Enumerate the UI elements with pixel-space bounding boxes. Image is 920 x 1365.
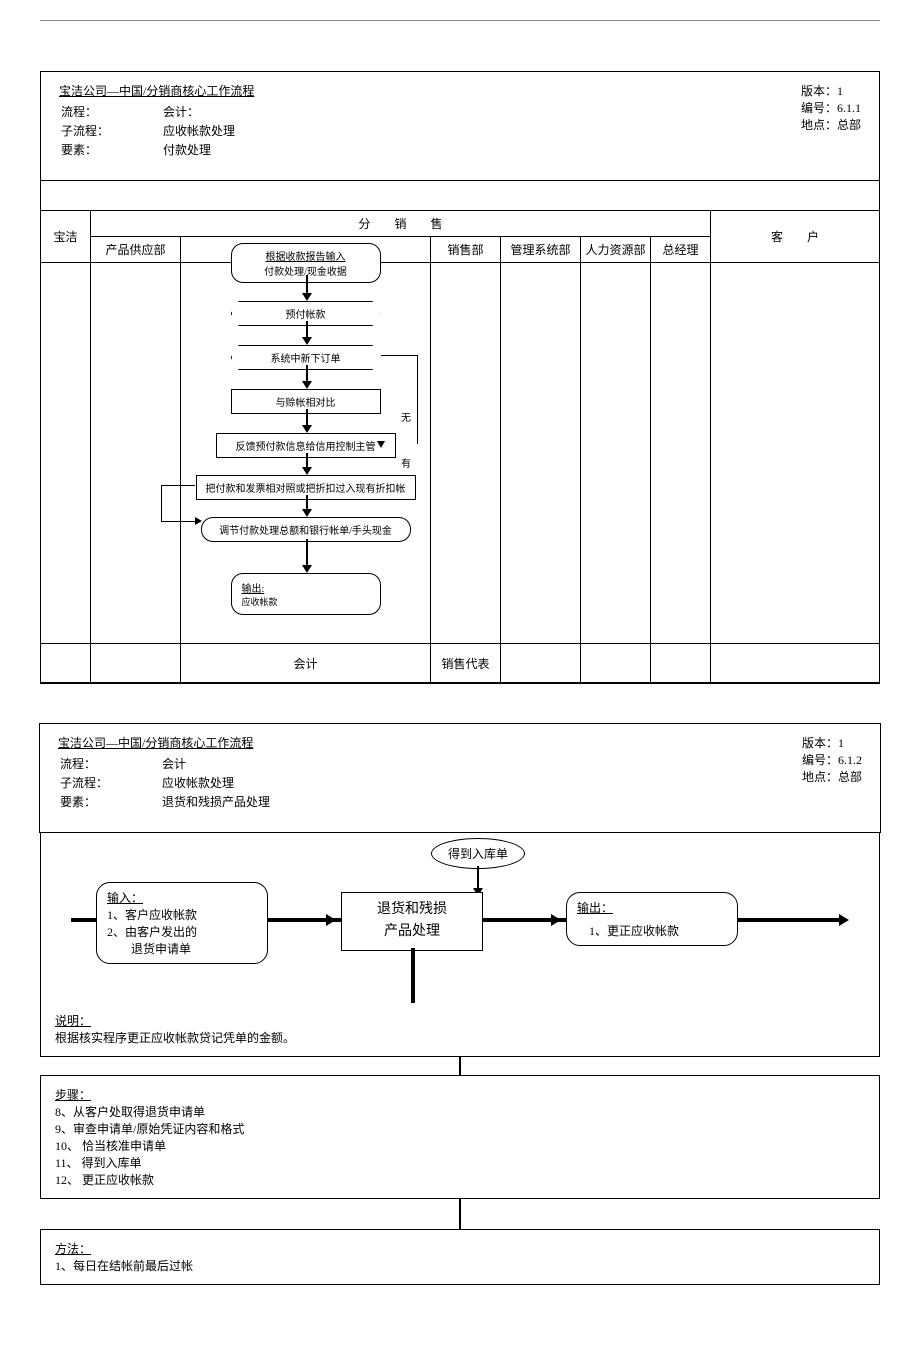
n1a: 根据收款报告输入: [238, 248, 374, 263]
d2-steps-t: 步骤：: [55, 1086, 865, 1103]
out_v: 应收帐款: [242, 595, 370, 608]
d2-method-t: 方法：: [55, 1240, 865, 1257]
d1-title: 宝洁公司—中国/分销商核心工作流程: [59, 82, 254, 99]
n6: 把付款和发票相对照或把折扣过入现有折扣帐: [206, 484, 406, 495]
lbl-yes: 有: [401, 455, 411, 470]
swimlane-grid: 宝洁 分 销 售 客 户 产品供应部 财务部 销售部 管理系统部 人力资源部 总…: [40, 210, 880, 683]
d2-m0: 版本：1: [802, 734, 862, 751]
d2-r0-v: 会计: [162, 755, 280, 772]
d1-m2: 地点：总部: [801, 116, 861, 133]
n7: 调节付款处理总额和银行帐单/手头现金: [219, 526, 392, 537]
d2-r2-l: 要素：: [60, 793, 160, 810]
d2-s3: 11、 得到入库单: [55, 1154, 865, 1171]
lane-c0: 产品供应部: [91, 237, 181, 263]
d1-header: 宝洁公司—中国/分销商核心工作流程 流程：会计： 子流程：应收帐款处理 要素：付…: [40, 71, 880, 181]
diagram-1: 宝洁公司—中国/分销商核心工作流程 流程：会计： 子流程：应收帐款处理 要素：付…: [40, 71, 880, 684]
d1-r0-l: 流程：: [61, 103, 161, 120]
lane-c4: 人力资源部: [581, 237, 651, 263]
elbow-no-head: [377, 441, 385, 448]
d2-method-b: 1、每日在结帐前最后过帐: [55, 1257, 865, 1274]
diagram-2: 宝洁公司—中国/分销商核心工作流程 流程：会计 子流程：应收帐款处理 要素：退货…: [40, 723, 880, 1285]
n4: 与赊帐相对比: [276, 398, 336, 409]
d2-method: 方法： 1、每日在结帐前最后过帐: [40, 1229, 880, 1285]
d2-output: 输出： 1、更正应收帐款: [566, 892, 738, 946]
left-elbow-bot: [161, 485, 195, 486]
lane-left: 宝洁: [41, 211, 91, 263]
lbl-no: 无: [401, 409, 411, 424]
d2-m2: 地点：总部: [802, 768, 862, 785]
left-elbow: [161, 485, 182, 522]
d2-desc-t: 说明：: [55, 1012, 865, 1029]
gap2: [40, 1199, 880, 1229]
d2-desc: 说明： 根据核实程序更正应收帐款贷记凭单的金额。: [40, 1002, 880, 1057]
d2-r1-l: 子流程：: [60, 774, 160, 791]
d2-out-1: 1、更正应收帐款: [577, 922, 727, 939]
d2-r1-v: 应收帐款处理: [162, 774, 280, 791]
out_t: 输出:: [242, 580, 370, 595]
d2-proc-down: [411, 948, 415, 1003]
d1-m0: 版本：1: [801, 82, 861, 99]
d2-in-1: 1、客户应收帐款: [107, 906, 257, 923]
d2-header: 宝洁公司—中国/分销商核心工作流程 流程：会计 子流程：应收帐款处理 要素：退货…: [39, 723, 881, 833]
d2-top-oval: 得到入库单: [431, 838, 525, 869]
d2-out-t: 输出：: [577, 899, 727, 916]
d2-r2-v: 退货和残损产品处理: [162, 793, 280, 810]
d2-top: 得到入库单: [448, 847, 508, 861]
foot-fin: 会计: [181, 644, 431, 683]
lane-right: 客 户: [711, 211, 880, 263]
gap1: [40, 1057, 880, 1075]
foot-sales: 销售代表: [431, 644, 501, 683]
lane-c2: 销售部: [431, 237, 501, 263]
d2-arr3: [839, 914, 849, 926]
d2-flow: 得到入库单 输入： 1、客户应收帐款 2、由客户发出的 退货申请单 退货和残损 …: [40, 832, 880, 1002]
n5: 反馈预付款信息给信用控制主管: [236, 442, 376, 453]
d2-arr2: [551, 914, 561, 926]
d1-r1-l: 子流程：: [61, 122, 161, 139]
node-output: 输出: 应收帐款: [231, 573, 381, 615]
d2-arr1: [326, 914, 336, 926]
left-elbow-top: [161, 521, 197, 522]
d2-steps: 步骤： 8、从客户处取得退货申请单 9、审查申请单/原始凭证内容和格式 10、 …: [40, 1075, 880, 1199]
d1-r2-l: 要素：: [61, 141, 161, 158]
d2-s2: 10、 恰当核准申请单: [55, 1137, 865, 1154]
d2-input: 输入： 1、客户应收帐款 2、由客户发出的 退货申请单: [96, 882, 268, 964]
d1-r1-v: 应收帐款处理: [163, 122, 245, 139]
d2-in-2: 2、由客户发出的: [107, 923, 257, 940]
d1-r2-v: 付款处理: [163, 141, 245, 158]
lane-c3: 管理系统部: [501, 237, 581, 263]
left-elbow-head: [195, 517, 202, 525]
d2-process: 退货和残损 产品处理: [341, 892, 483, 951]
lane-c5: 总经理: [651, 237, 711, 263]
d2-in-t: 输入：: [107, 889, 257, 906]
d2-p1: 退货和残损: [352, 899, 472, 921]
d2-top-vline: [477, 866, 479, 890]
d2-p2: 产品处理: [352, 921, 472, 943]
d2-in-3: 退货申请单: [107, 940, 257, 957]
d2-s4: 12、 更正应收帐款: [55, 1171, 865, 1188]
d2-r0-l: 流程：: [60, 755, 160, 772]
col-supply: [91, 263, 180, 643]
d2-desc-b: 根据核实程序更正应收帐款贷记凭单的金额。: [55, 1029, 865, 1046]
col-finance: 根据收款报告输入 付款处理/现金收据 预付帐款 系统中新下订单: [181, 263, 430, 643]
d2-s0: 8、从客户处取得退货申请单: [55, 1103, 865, 1120]
d2-s1: 9、审查申请单/原始凭证内容和格式: [55, 1120, 865, 1137]
page-top-rule: [40, 20, 880, 21]
d1-m1: 编号：6.1.1: [801, 99, 861, 116]
d1-r0-v: 会计：: [163, 103, 245, 120]
d2-m1: 编号：6.1.2: [802, 751, 862, 768]
d2-title: 宝洁公司—中国/分销商核心工作流程: [58, 734, 282, 751]
lane-group: 分 销 售: [91, 211, 711, 237]
elbow-no: [381, 355, 418, 444]
